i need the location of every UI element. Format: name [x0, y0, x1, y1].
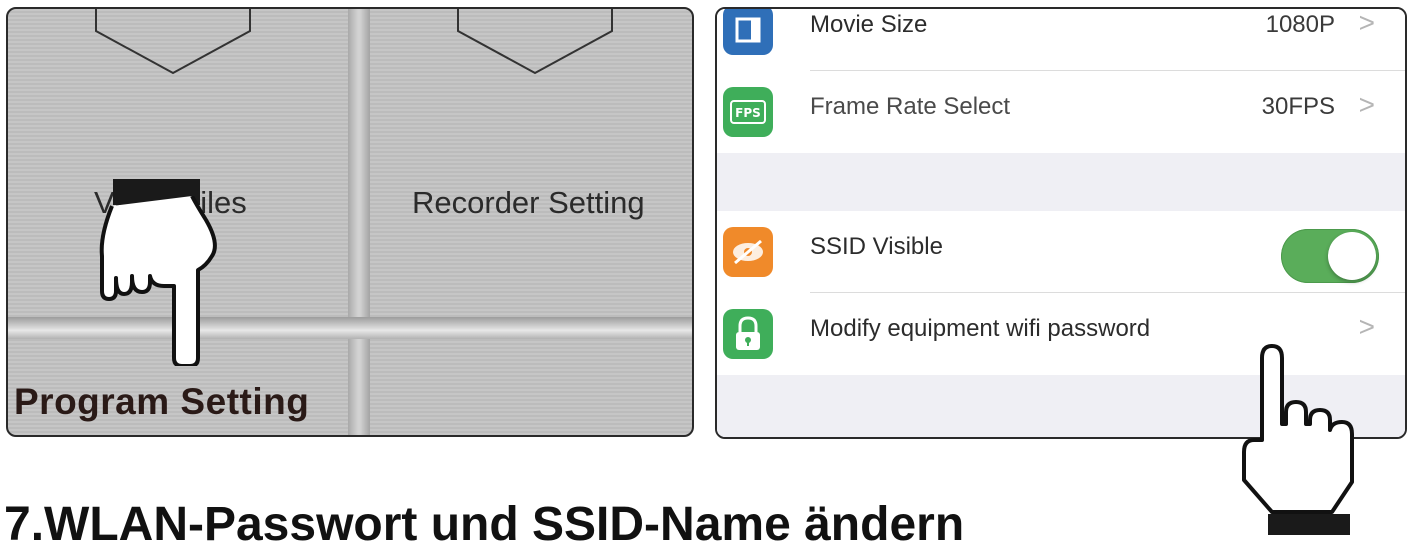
eye-off-icon: [723, 227, 773, 277]
ssid-visible-toggle[interactable]: [1281, 229, 1379, 283]
pointing-hand-icon: [1242, 344, 1354, 535]
movie-size-icon: [723, 9, 773, 55]
frame-rate-label: Frame Rate Select: [810, 93, 1011, 120]
chevron-right-icon: >: [1358, 311, 1375, 342]
program-setting-callout: Program Setting: [14, 381, 310, 422]
lock-icon: [723, 309, 773, 359]
ssid-visible-label: SSID Visible: [810, 233, 943, 260]
pointing-hand-icon: [99, 196, 217, 366]
section-heading: 7.WLAN-Passwort und SSID-Name ändern: [4, 498, 965, 551]
group-separator: [717, 153, 1405, 211]
ssid-visible-row: SSID Visible: [717, 211, 1405, 293]
chevron-right-icon: >: [1358, 7, 1375, 38]
frame-rate-value: 30FPS: [1261, 93, 1335, 120]
svg-text:FPS: FPS: [735, 106, 761, 120]
modify-wifi-password-label: Modify equipment wifi password: [810, 315, 1151, 342]
frame-rate-row[interactable]: FPS Frame Rate Select 30FPS >: [717, 71, 1405, 153]
recorder-setting-tile[interactable]: Recorder Setting: [412, 185, 645, 221]
toggle-knob: [1328, 232, 1376, 280]
movie-size-row[interactable]: Movie Size 1080P >: [717, 7, 1405, 71]
movie-size-value: 1080P: [1265, 11, 1335, 38]
chevron-right-icon: >: [1358, 89, 1375, 120]
tile-divider-vertical: [348, 9, 370, 435]
movie-size-label: Movie Size: [810, 11, 928, 38]
fps-icon: FPS: [723, 87, 773, 137]
